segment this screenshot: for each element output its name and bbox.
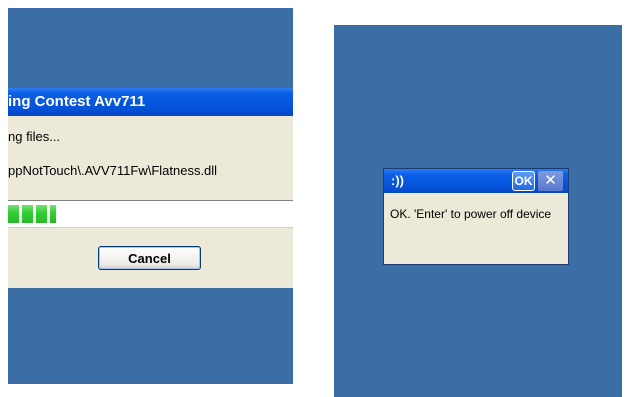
- copy-progress-bar: [8, 200, 293, 228]
- copy-file-path: ppNotTouch\.AVV711Fw\Flatness.dll: [8, 163, 218, 178]
- copy-progress-fill: [8, 205, 56, 223]
- power-off-message-box: :)) OK ✕ OK. 'Enter' to power off device: [383, 168, 569, 265]
- close-icon[interactable]: ✕: [538, 171, 563, 191]
- copy-dialog-titlebar: ing Contest Avv711: [8, 88, 293, 116]
- message-box-text: OK. 'Enter' to power off device: [390, 207, 552, 221]
- copy-progress-dialog: ing Contest Avv711 ng files... ppNotTouc…: [8, 88, 293, 288]
- ok-button[interactable]: OK: [512, 171, 535, 191]
- copy-status-text: ng files...: [8, 129, 61, 144]
- left-screenshot-desktop: ing Contest Avv711 ng files... ppNotTouc…: [8, 8, 293, 384]
- cancel-button[interactable]: Cancel: [98, 246, 201, 270]
- message-box-titlebar: :)) OK ✕: [384, 169, 568, 193]
- right-screenshot-desktop: :)) OK ✕ OK. 'Enter' to power off device: [334, 25, 622, 397]
- message-box-title: :)): [391, 173, 404, 188]
